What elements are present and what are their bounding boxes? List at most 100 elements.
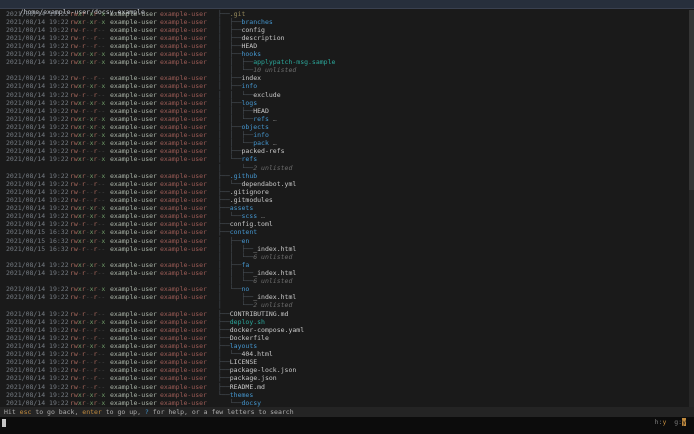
row-group: example-user (160, 82, 207, 91)
tree-row[interactable]: 2021/08/14 19:22 rwxr-xr-x example-user exa… (0, 172, 689, 180)
search-input-bar[interactable]: h:y g:y (0, 417, 694, 434)
tree-row[interactable]: 2021/08/14 19:22 rw-r--r-- example-user exa… (0, 374, 689, 382)
tree-row[interactable]: 2021/08/14 19:22 rwxr-xr-x example-user exa… (0, 82, 689, 90)
file-name[interactable]: docsy (241, 399, 261, 407)
tree-row[interactable]: 2021/08/14 19:22 rwxr-xr-x example-user exa… (0, 212, 689, 220)
file-name[interactable]: docker-compose.yaml (230, 326, 304, 334)
row-group: example-user (160, 269, 207, 277)
file-name[interactable]: en (241, 237, 249, 245)
file-name[interactable]: .github (230, 172, 257, 180)
tree-row[interactable]: 2021/08/14 19:22 rw-r--r-- example-user exa… (0, 42, 689, 50)
file-name[interactable]: LICENSE (230, 358, 257, 366)
flag-value[interactable]: y (663, 418, 667, 426)
tree-row[interactable]: 2021/08/14 19:22 rw-r--r-- example-user exa… (0, 269, 689, 277)
tree-row[interactable]: 2021/08/14 19:22 rw-r--r-- example-user exa… (0, 188, 689, 196)
tree-row[interactable]: 2021/08/14 19:22 rw-r--r-- example-user exa… (0, 326, 689, 334)
file-name[interactable]: 2 unlisted (253, 301, 292, 309)
file-name[interactable]: 2 unlisted (253, 164, 292, 172)
tree-row[interactable]: 2021/08/14 19:22 rw-r--r-- example-user exa… (0, 180, 689, 188)
tree-row[interactable]: 2021/08/14 19:22 rwxr-xr-x example-user exa… (0, 123, 689, 131)
tree-row[interactable]: │ │ └──6 unlisted (0, 253, 689, 261)
file-name[interactable]: info (253, 131, 269, 139)
flag-label: g: (674, 418, 683, 426)
file-name[interactable]: dependabot.yml (241, 180, 296, 188)
file-name[interactable]: README.md (230, 383, 265, 391)
tree-row[interactable]: 2021/08/15 16:32 rw-r--r-- example-user exa… (0, 245, 689, 253)
file-name[interactable]: content (230, 228, 257, 236)
file-name[interactable]: layouts (230, 342, 257, 350)
tree-row[interactable]: 2021/08/14 19:22 rwxr-xr-x example-user exa… (0, 204, 689, 212)
file-name[interactable]: assets (230, 204, 253, 212)
tree-row[interactable]: 2021/08/14 19:22 rwxr-xr-x example-user exa… (0, 18, 689, 26)
file-name[interactable]: description (241, 34, 284, 42)
file-name[interactable]: hooks (241, 50, 261, 58)
tree-row[interactable]: 2021/08/14 19:22 rwxr-xr-x example-user exa… (0, 261, 689, 269)
tree-row[interactable]: 2021/08/14 19:22 rwxr-xr-x example-user exa… (0, 99, 689, 107)
tree-row[interactable]: 2021/08/14 19:22 rw-r--r-- example-user exa… (0, 350, 689, 358)
tree-branch-lines: │ │ └── (218, 90, 254, 99)
tree-row[interactable]: 2021/08/14 19:22 rw-r--r-- example-user exa… (0, 383, 689, 391)
tree-row[interactable]: 2021/08/14 19:22 rwxr-xr-x example-user exa… (0, 139, 689, 147)
scrollbar-thumb[interactable] (689, 9, 694, 190)
tree-row[interactable]: 2021/08/14 19:22 rwxr-xr-x example-user exa… (0, 318, 689, 326)
file-name[interactable]: .git (230, 10, 246, 18)
tree-row[interactable]: 2021/08/14 19:22 rw-r--r-- example-user exa… (0, 366, 689, 374)
tree-row[interactable]: 2021/08/14 19:22 rw-r--r-- example-user exa… (0, 310, 689, 318)
row-permissions: rw-r--r-- (70, 382, 106, 391)
tree-row[interactable]: 2021/08/15 16:32 rwxr-xr-x example-user exa… (0, 237, 689, 245)
tree-row[interactable]: 2021/08/14 19:22 rwxr-xr-x example-user exa… (0, 58, 689, 66)
file-name[interactable]: config (241, 26, 264, 34)
file-name[interactable]: HEAD (241, 42, 257, 50)
file-name[interactable]: deploy.sh (230, 318, 265, 326)
file-name[interactable]: HEAD (253, 107, 269, 115)
tree-row[interactable]: 2021/08/14 19:22 rw-r--r-- example-user exa… (0, 34, 689, 42)
tree-row[interactable]: 2021/08/14 19:22 rw-r--r-- example-user exa… (0, 74, 689, 82)
current-path-bar[interactable]: /home/example-user/docsy-example (0, 0, 694, 16)
file-name[interactable]: 6 unlisted (253, 277, 292, 285)
file-name[interactable]: branches (241, 18, 272, 26)
file-name[interactable]: .gitmodules (230, 196, 273, 204)
tree-row[interactable]: 2021/08/14 19:22 rw-r--r-- example-user exa… (0, 293, 689, 301)
tree-row[interactable]: │ │ └──6 unlisted (0, 277, 689, 285)
file-name[interactable]: package.json (230, 374, 277, 382)
tree-row[interactable]: 2021/08/14 19:22 rw-r--r-- example-user exa… (0, 358, 689, 366)
tree-row[interactable]: 2021/08/14 19:22 rw-r--r-- example-user exa… (0, 91, 689, 99)
tree-row[interactable]: 2021/08/14 19:22 rw-r--r-- example-user exa… (0, 196, 689, 204)
file-name[interactable]: .gitignore (230, 188, 269, 196)
tree-row[interactable]: 2021/08/14 19:22 rwxr-xr-x example-user exa… (0, 131, 689, 139)
flag-value[interactable]: y (682, 418, 686, 426)
tree-row[interactable]: 2021/08/14 19:22 rwxr-xr-x example-user exa… (0, 399, 689, 407)
tree-row[interactable]: 2021/08/14 19:22 rwxr-xr-x example-user exa… (0, 115, 689, 123)
file-name[interactable]: refs (241, 155, 257, 163)
file-name[interactable]: Dockerfile (230, 334, 269, 342)
tree-row[interactable]: 2021/08/14 19:22 rw-r--r-- example-user exa… (0, 107, 689, 115)
tree-row[interactable]: 2021/08/14 19:22 rwxr-xr-x example-user exa… (0, 391, 689, 399)
file-name[interactable]: logs (241, 99, 257, 107)
tree-row[interactable]: 2021/08/14 19:22 rw-r--r-- example-user exa… (0, 147, 689, 155)
file-name[interactable]: exclude (253, 91, 280, 99)
file-name[interactable]: 6 unlisted (253, 253, 292, 261)
tree-row[interactable]: 2021/08/14 19:22 rw-r--r-- example-user exa… (0, 220, 689, 228)
file-name[interactable]: fa (241, 261, 249, 269)
tree-row[interactable]: 2021/08/14 19:22 rwxr-xr-x example-user exa… (0, 285, 689, 293)
tree-row[interactable]: 2021/08/14 19:22 rw-r--r-- example-user exa… (0, 334, 689, 342)
tree-row[interactable]: │ └──2 unlisted (0, 164, 689, 172)
file-name[interactable]: CONTRIBUTING.md (230, 310, 289, 318)
tree-row[interactable]: 2021/08/14 19:22 rw-r--r-- example-user exa… (0, 26, 689, 34)
scrollbar[interactable] (689, 9, 694, 408)
file-name[interactable]: _index.html (253, 245, 296, 253)
file-name[interactable]: info (241, 82, 257, 90)
file-name[interactable]: _index.html (253, 269, 296, 277)
tree-row[interactable]: 2021/08/14 19:22 rwxr-xr-x example-user exa… (0, 342, 689, 350)
file-name[interactable]: themes (230, 391, 253, 399)
file-name[interactable]: applypatch-msg.sample (253, 58, 335, 66)
file-name[interactable]: 404.html (241, 350, 272, 358)
file-name[interactable]: refs (253, 115, 269, 123)
tree-row[interactable]: 2021/08/15 16:32 rwxr-xr-x example-user exa… (0, 228, 689, 236)
tree-row[interactable]: │ │ └──10 unlisted (0, 66, 689, 74)
tree-row[interactable]: 2021/08/14 19:22 rwxr-xr-x example-user exa… (0, 50, 689, 58)
tree-row[interactable]: │ └──2 unlisted (0, 301, 689, 309)
tree-row[interactable]: 2021/08/14 19:22 rwxr-xr-x example-user exa… (0, 155, 689, 163)
tree-row[interactable]: 2021/08/14 19:22 rwxr-xr-x example-user exa… (0, 10, 689, 18)
file-name[interactable]: objects (241, 123, 268, 131)
